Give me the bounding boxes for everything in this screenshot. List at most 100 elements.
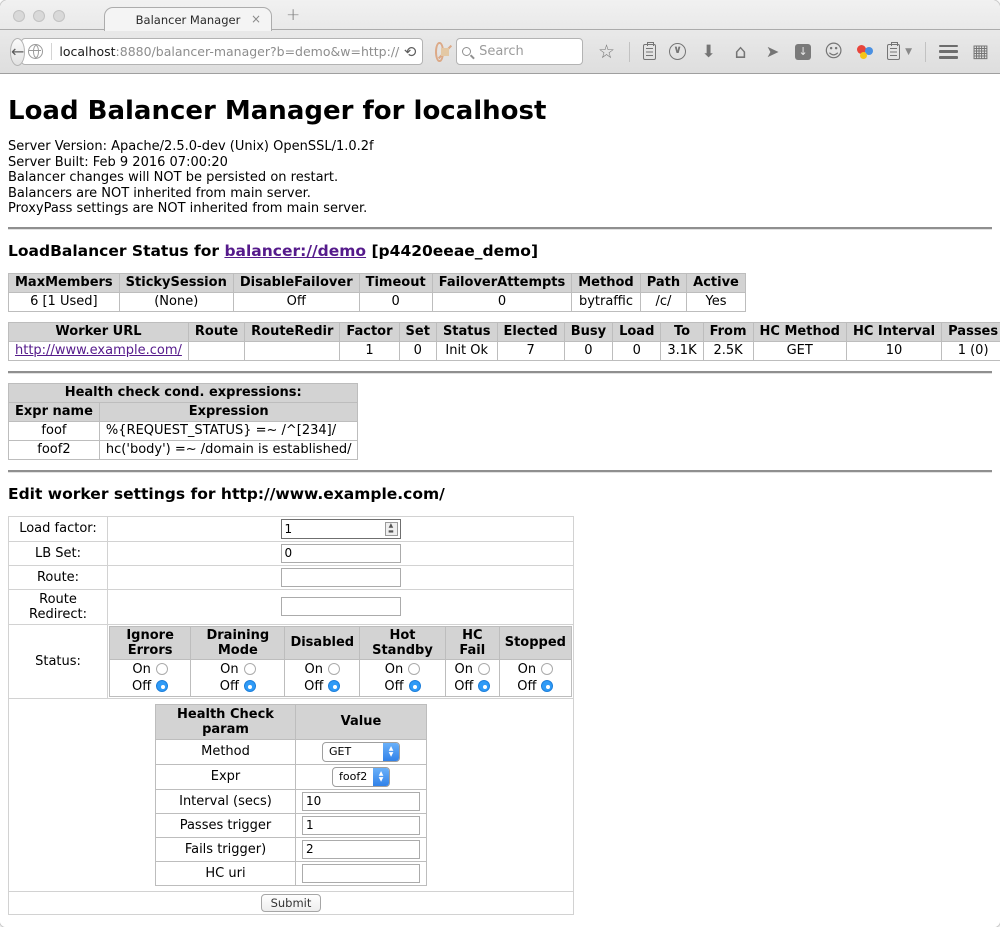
- routeredir-value: [245, 341, 340, 360]
- route-label: Route:: [9, 565, 108, 589]
- hc-method-select[interactable]: GET ▲▼: [322, 742, 400, 762]
- close-window-button[interactable]: [13, 10, 25, 22]
- passes-value: 1 (0): [942, 341, 1000, 360]
- hc-expr-select[interactable]: foof2 ▲▼: [332, 767, 390, 787]
- table-header-row: Worker URL Route RouteRedir Factor Set S…: [9, 322, 1000, 341]
- hc-passes-label: Passes trigger: [156, 813, 296, 837]
- divider: [925, 42, 926, 62]
- hc-fail-off-radio[interactable]: [478, 680, 490, 692]
- route-value: [188, 341, 244, 360]
- adblock-disabled-icon[interactable]: [435, 42, 444, 62]
- menu-button[interactable]: [939, 45, 958, 59]
- page-content: Load Balancer Manager for localhost Serv…: [0, 74, 1000, 927]
- hc-row-passes: Passes trigger: [156, 813, 427, 837]
- send-icon[interactable]: ➤: [763, 43, 782, 61]
- column-header: Busy: [564, 322, 612, 341]
- timeout-value: 0: [359, 292, 432, 311]
- reload-button[interactable]: ⟳: [404, 43, 417, 61]
- bookmark-star-icon[interactable]: ☆: [597, 43, 616, 61]
- hc-interval-value: 10: [846, 341, 941, 360]
- column-header: Health Check param: [156, 704, 296, 739]
- tab-bar: Balancer Manager × +: [0, 0, 1000, 30]
- balancer-demo-link[interactable]: balancer://demo: [224, 242, 366, 260]
- hot-standby-off-radio[interactable]: [409, 680, 421, 692]
- disabled-off-radio[interactable]: [328, 680, 340, 692]
- column-header: To: [661, 322, 703, 341]
- toolbar-icons: ☆ ⬇ ⌂ ➤ ↓ ☺ ▼ ▦: [597, 42, 990, 62]
- radio-label: Off: [132, 679, 151, 694]
- hc-passes-input[interactable]: [302, 816, 420, 835]
- expr-table-title: Health check cond. expressions:: [9, 383, 358, 402]
- hc-interval-input[interactable]: [302, 792, 420, 811]
- back-button[interactable]: ←: [10, 38, 25, 66]
- zoom-window-button[interactable]: [53, 10, 65, 22]
- hot-standby-on-radio[interactable]: [408, 663, 420, 675]
- grid-extension-icon[interactable]: ▦: [971, 43, 990, 61]
- tab-title: Balancer Manager: [136, 13, 241, 27]
- status-label: Status:: [9, 624, 108, 698]
- expr-value: hc('body') =~ /domain is established/: [99, 440, 358, 459]
- form-row-lb-set: LB Set:: [9, 541, 574, 565]
- clipboard-extension-icon[interactable]: [887, 44, 900, 60]
- route-redirect-input[interactable]: [281, 597, 401, 616]
- search-input[interactable]: [477, 43, 577, 60]
- load-factor-input[interactable]: 1 ▲▬: [281, 519, 401, 539]
- tab-close-icon[interactable]: ×: [251, 12, 261, 26]
- url-host: localhost: [59, 44, 115, 59]
- lb-set-input[interactable]: [281, 544, 401, 563]
- edit-worker-heading: Edit worker settings for http://www.exam…: [8, 485, 992, 503]
- ignore-errors-on-radio[interactable]: [156, 663, 168, 675]
- hc-fail-on-radio[interactable]: [478, 663, 490, 675]
- route-input[interactable]: [281, 568, 401, 587]
- hc-fails-label: Fails trigger): [156, 837, 296, 861]
- column-header: Status: [436, 322, 497, 341]
- new-tab-button[interactable]: +: [286, 5, 300, 25]
- chevron-down-icon[interactable]: ▼: [905, 47, 912, 57]
- worker-url-link[interactable]: http://www.example.com/: [15, 343, 182, 358]
- bookmarks-list-icon[interactable]: [643, 44, 656, 60]
- pocket-icon[interactable]: [669, 43, 686, 60]
- form-row-submit: Submit: [9, 891, 574, 914]
- select-stepper-icon: ▲▼: [383, 742, 399, 762]
- radio-label: On: [132, 662, 150, 677]
- column-header: Ignore Errors: [110, 626, 191, 659]
- lb-status-heading-prefix: LoadBalancer Status for: [8, 242, 224, 260]
- ignore-errors-off-radio[interactable]: [156, 680, 168, 692]
- draining-mode-off-radio[interactable]: [244, 680, 256, 692]
- column-header: Elected: [497, 322, 564, 341]
- disabled-on-radio[interactable]: [328, 663, 340, 675]
- draining-mode-on-radio[interactable]: [244, 663, 256, 675]
- table-row: foof %{REQUEST_STATUS} =~ /^[234]/: [9, 421, 358, 440]
- column-header: HC Method: [753, 322, 846, 341]
- load-value: 0: [613, 341, 661, 360]
- url-text[interactable]: localhost:8880/balancer-manager?b=demo&w…: [59, 44, 399, 59]
- stopped-off-radio[interactable]: [541, 680, 553, 692]
- status-col-draining-mode: On Off: [191, 659, 285, 696]
- table-title-row: Health check cond. expressions:: [9, 383, 358, 402]
- url-bar[interactable]: localhost:8880/balancer-manager?b=demo&w…: [21, 38, 423, 65]
- stopped-on-radio[interactable]: [541, 663, 553, 675]
- extension-dots-icon[interactable]: [856, 44, 874, 60]
- feedback-smiley-icon[interactable]: ☺: [824, 43, 843, 61]
- home-icon[interactable]: ⌂: [731, 43, 750, 61]
- column-header: From: [703, 322, 753, 341]
- load-factor-label: Load factor:: [9, 516, 108, 541]
- server-built-line: Server Built: Feb 9 2016 07:00:20: [8, 155, 992, 171]
- submit-button[interactable]: Submit: [261, 894, 322, 912]
- table-header-row: MaxMembers StickySession DisableFailover…: [9, 273, 746, 292]
- lb-status-heading-suffix: [p4420eeae_demo]: [366, 242, 538, 260]
- tab-balancer-manager[interactable]: Balancer Manager ×: [104, 7, 272, 31]
- hc-uri-input[interactable]: [302, 864, 420, 883]
- column-header: FailoverAttempts: [432, 273, 572, 292]
- number-spinner-icon[interactable]: ▲▬: [385, 522, 398, 536]
- minimize-window-button[interactable]: [33, 10, 45, 22]
- hc-method-value: GET: [753, 341, 846, 360]
- hc-row-uri: HC uri: [156, 861, 427, 885]
- save-page-icon[interactable]: ↓: [795, 44, 811, 60]
- column-header: Set: [399, 322, 436, 341]
- radio-label: Off: [517, 679, 536, 694]
- hc-fails-input[interactable]: [302, 840, 420, 859]
- radio-label: Off: [454, 679, 473, 694]
- downloads-icon[interactable]: ⬇: [699, 43, 718, 61]
- window-controls: [13, 10, 65, 22]
